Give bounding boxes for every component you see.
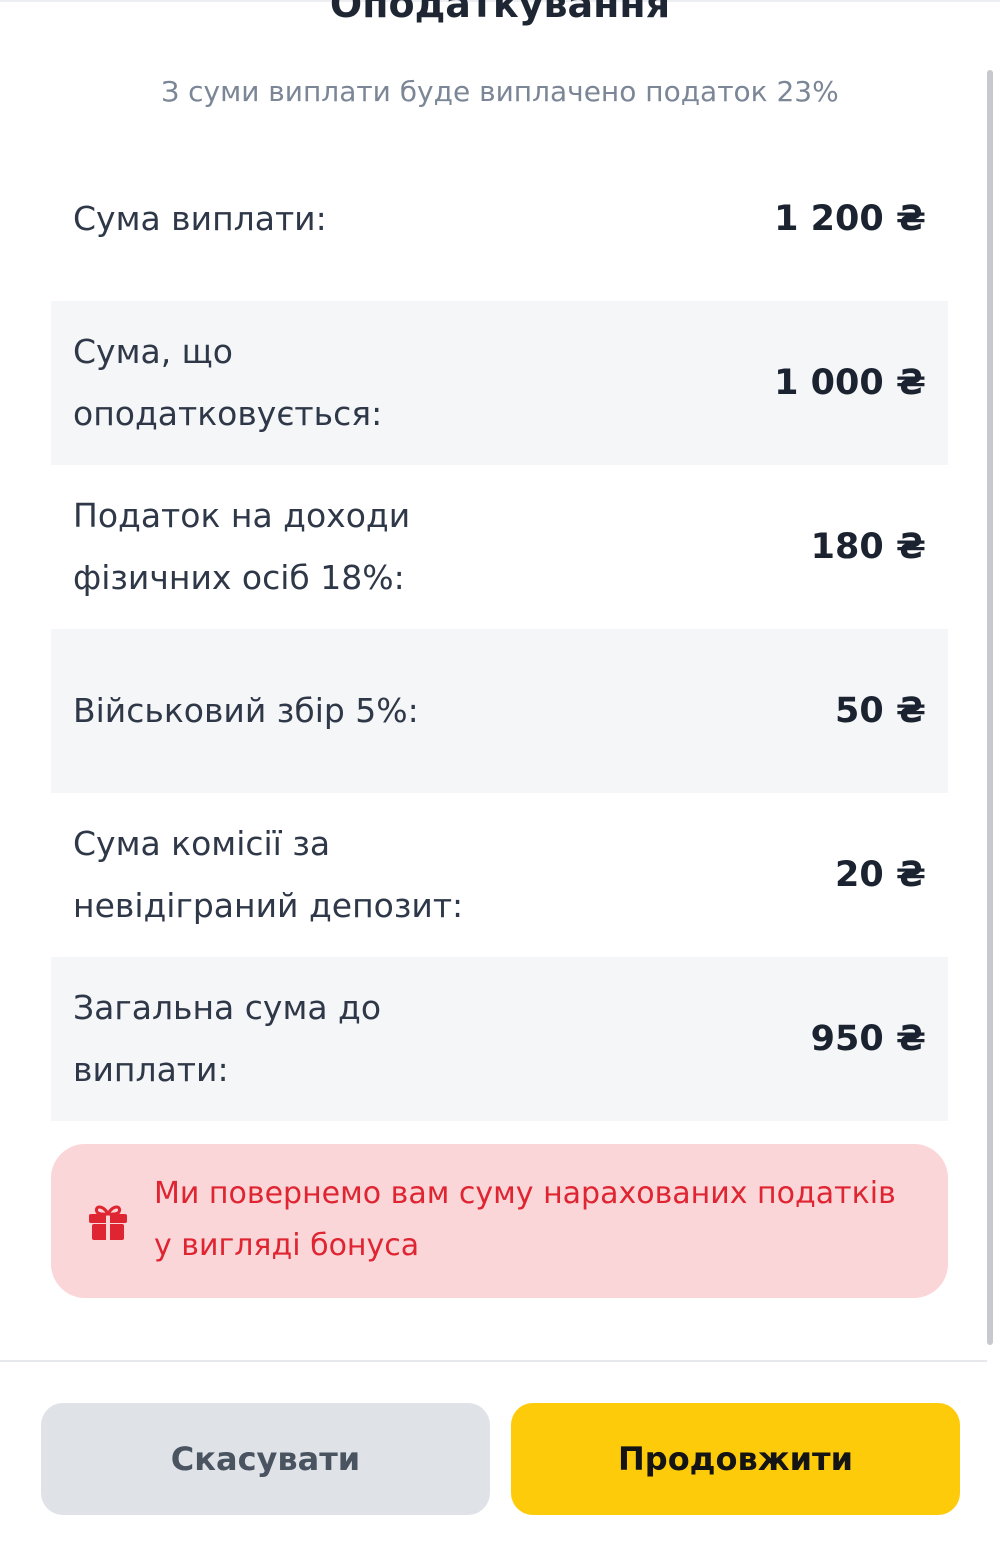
row-label: Податок на доходи фізичних осіб 18%: xyxy=(73,496,411,597)
total-payout-row: Загальна сума до виплати: 950 ₴ xyxy=(51,957,948,1121)
row-value: 20 ₴ xyxy=(835,855,926,895)
tax-dialog: Оподаткування З суми виплати буде виплач… xyxy=(0,0,1000,1554)
cancel-button[interactable]: Скасувати xyxy=(41,1403,490,1515)
row-label: Сума комісії за невідіграний депозит: xyxy=(73,824,464,925)
row-value: 180 ₴ xyxy=(810,527,926,567)
row-value: 950 ₴ xyxy=(810,1019,926,1059)
dialog-subtitle: З суми виплати буде виплачено податок 23… xyxy=(161,75,839,108)
row-label: Сума виплати: xyxy=(73,199,327,238)
taxable-amount-row: Сума, що оподатковується: 1 000 ₴ xyxy=(51,301,948,465)
row-label: Військовий збір 5%: xyxy=(73,691,419,730)
row-value: 50 ₴ xyxy=(835,691,926,731)
military-levy-row: Військовий збір 5%: 50 ₴ xyxy=(51,629,948,793)
deposit-commission-row: Сума комісії за невідіграний депозит: 20… xyxy=(51,793,948,957)
dialog-title: Оподаткування xyxy=(329,0,671,26)
income-tax-row: Податок на доходи фізичних осіб 18%: 180… xyxy=(51,465,948,629)
continue-button[interactable]: Продовжити xyxy=(511,1403,960,1515)
gift-icon xyxy=(89,1205,127,1240)
payout-amount-row: Сума виплати: 1 200 ₴ xyxy=(51,137,948,301)
scrollbar[interactable] xyxy=(987,70,993,1345)
bonus-refund-notice: Ми повернемо вам суму нарахованих податк… xyxy=(51,1144,948,1298)
footer-divider xyxy=(0,1360,987,1362)
row-label: Загальна сума до виплати: xyxy=(73,988,382,1089)
row-value: 1 200 ₴ xyxy=(774,199,926,239)
row-label: Сума, що оподатковується: xyxy=(73,332,383,433)
tax-breakdown-list: Сума виплати: 1 200 ₴ Сума, що оподатков… xyxy=(51,137,948,1121)
notice-text: Ми повернемо вам суму нарахованих податк… xyxy=(154,1176,896,1263)
row-value: 1 000 ₴ xyxy=(774,363,926,403)
